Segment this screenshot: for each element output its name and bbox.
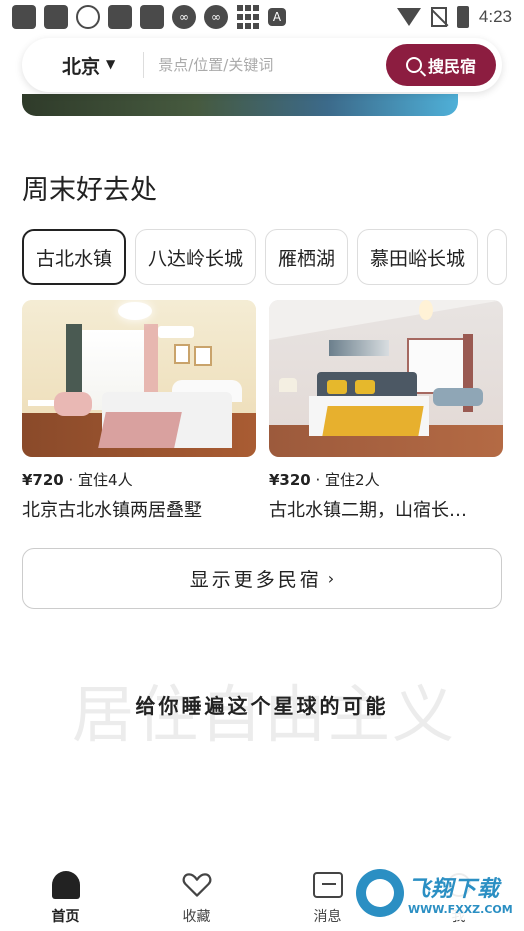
listing-cards: ¥720 · 宜住4人 北京古北水镇两居叠墅 ¥320 · 宜住2人 古北水镇二… — [22, 300, 503, 522]
watermark: 飞翔下载 WWW.FXXZ.COM — [356, 866, 514, 920]
wifi-icon — [396, 8, 421, 26]
status-bar: ∞ ∞ A 4:23 — [0, 0, 524, 34]
listing-title: 北京古北水镇两居叠墅 — [22, 500, 202, 521]
home-icon — [51, 870, 81, 900]
search-icon — [405, 57, 422, 73]
listing-photo[interactable] — [22, 300, 256, 457]
destination-chips: 古北水镇 八达岭长城 雁栖湖 慕田峪长城 — [22, 229, 524, 285]
listing-photo[interactable] — [269, 300, 503, 457]
tab-label: 消息 — [313, 909, 342, 925]
listing-title: 古北水镇二期，山宿长… — [269, 500, 467, 521]
banner-image[interactable] — [22, 94, 458, 116]
search-input[interactable] — [158, 56, 369, 74]
watermark-url: WWW.FXXZ.COM — [408, 902, 513, 916]
city-label: 北京 — [62, 55, 101, 78]
app-icon — [44, 5, 68, 29]
notification-icons: ∞ ∞ A — [12, 5, 286, 29]
chip-badaling[interactable]: 八达岭长城 — [135, 229, 257, 285]
tab-label: 首页 — [51, 909, 80, 925]
chevron-right-icon: › — [327, 569, 335, 588]
chip-more[interactable] — [487, 229, 508, 285]
chip-mutianyu[interactable]: 慕田峪长城 — [357, 229, 479, 285]
grid-icon — [236, 5, 260, 29]
heart-icon — [182, 870, 212, 900]
capacity: · 宜住2人 — [310, 471, 380, 489]
cat-icon — [76, 5, 100, 29]
listing-card[interactable]: ¥720 · 宜住4人 北京古北水镇两居叠墅 — [22, 300, 256, 522]
app-icon — [108, 5, 132, 29]
show-more-label: 显示更多民宿 — [189, 569, 322, 591]
infinity-icon: ∞ — [172, 5, 196, 29]
listing-price: ¥320 · 宜住2人 — [269, 469, 503, 490]
city-selector[interactable]: 北京 ▼ — [62, 52, 115, 79]
price: ¥720 — [22, 471, 64, 489]
price: ¥320 — [269, 471, 311, 489]
search-button-label: 搜民宿 — [427, 57, 476, 76]
capacity: · 宜住4人 — [63, 471, 133, 489]
tab-label: 收藏 — [182, 909, 211, 925]
slogan: 给你睡遍这个星球的可能 — [135, 694, 389, 718]
system-icons: 4:23 — [396, 6, 512, 28]
app-icon — [140, 5, 164, 29]
chip-yanqi-lake[interactable]: 雁栖湖 — [265, 229, 349, 285]
app-icon — [12, 5, 36, 29]
search-bar: 北京 ▼ 搜民宿 — [22, 38, 502, 92]
divider — [143, 52, 145, 78]
listing-card[interactable]: ¥320 · 宜住2人 古北水镇二期，山宿长… — [269, 300, 503, 522]
listing-price: ¥720 · 宜住4人 — [22, 469, 256, 490]
no-sim-icon — [430, 7, 447, 27]
message-icon — [312, 870, 343, 900]
battery-icon — [456, 6, 469, 28]
tab-home[interactable]: 首页 — [0, 858, 131, 931]
clock: 4:23 — [478, 7, 512, 26]
show-more-button[interactable]: 显示更多民宿 › — [22, 548, 502, 609]
infinity-icon: ∞ — [204, 5, 228, 29]
chip-gubei[interactable]: 古北水镇 — [22, 229, 127, 285]
chevron-down-icon: ▼ — [106, 57, 116, 71]
search-button[interactable]: 搜民宿 — [386, 44, 496, 86]
watermark-text: 飞翔下载 WWW.FXXZ.COM — [408, 871, 513, 916]
watermark-logo-icon — [356, 869, 404, 917]
font-icon: A — [268, 8, 286, 26]
watermark-title: 飞翔下载 — [408, 876, 501, 902]
tab-favorites[interactable]: 收藏 — [131, 858, 262, 931]
section-title: 周末好去处 — [22, 175, 157, 206]
